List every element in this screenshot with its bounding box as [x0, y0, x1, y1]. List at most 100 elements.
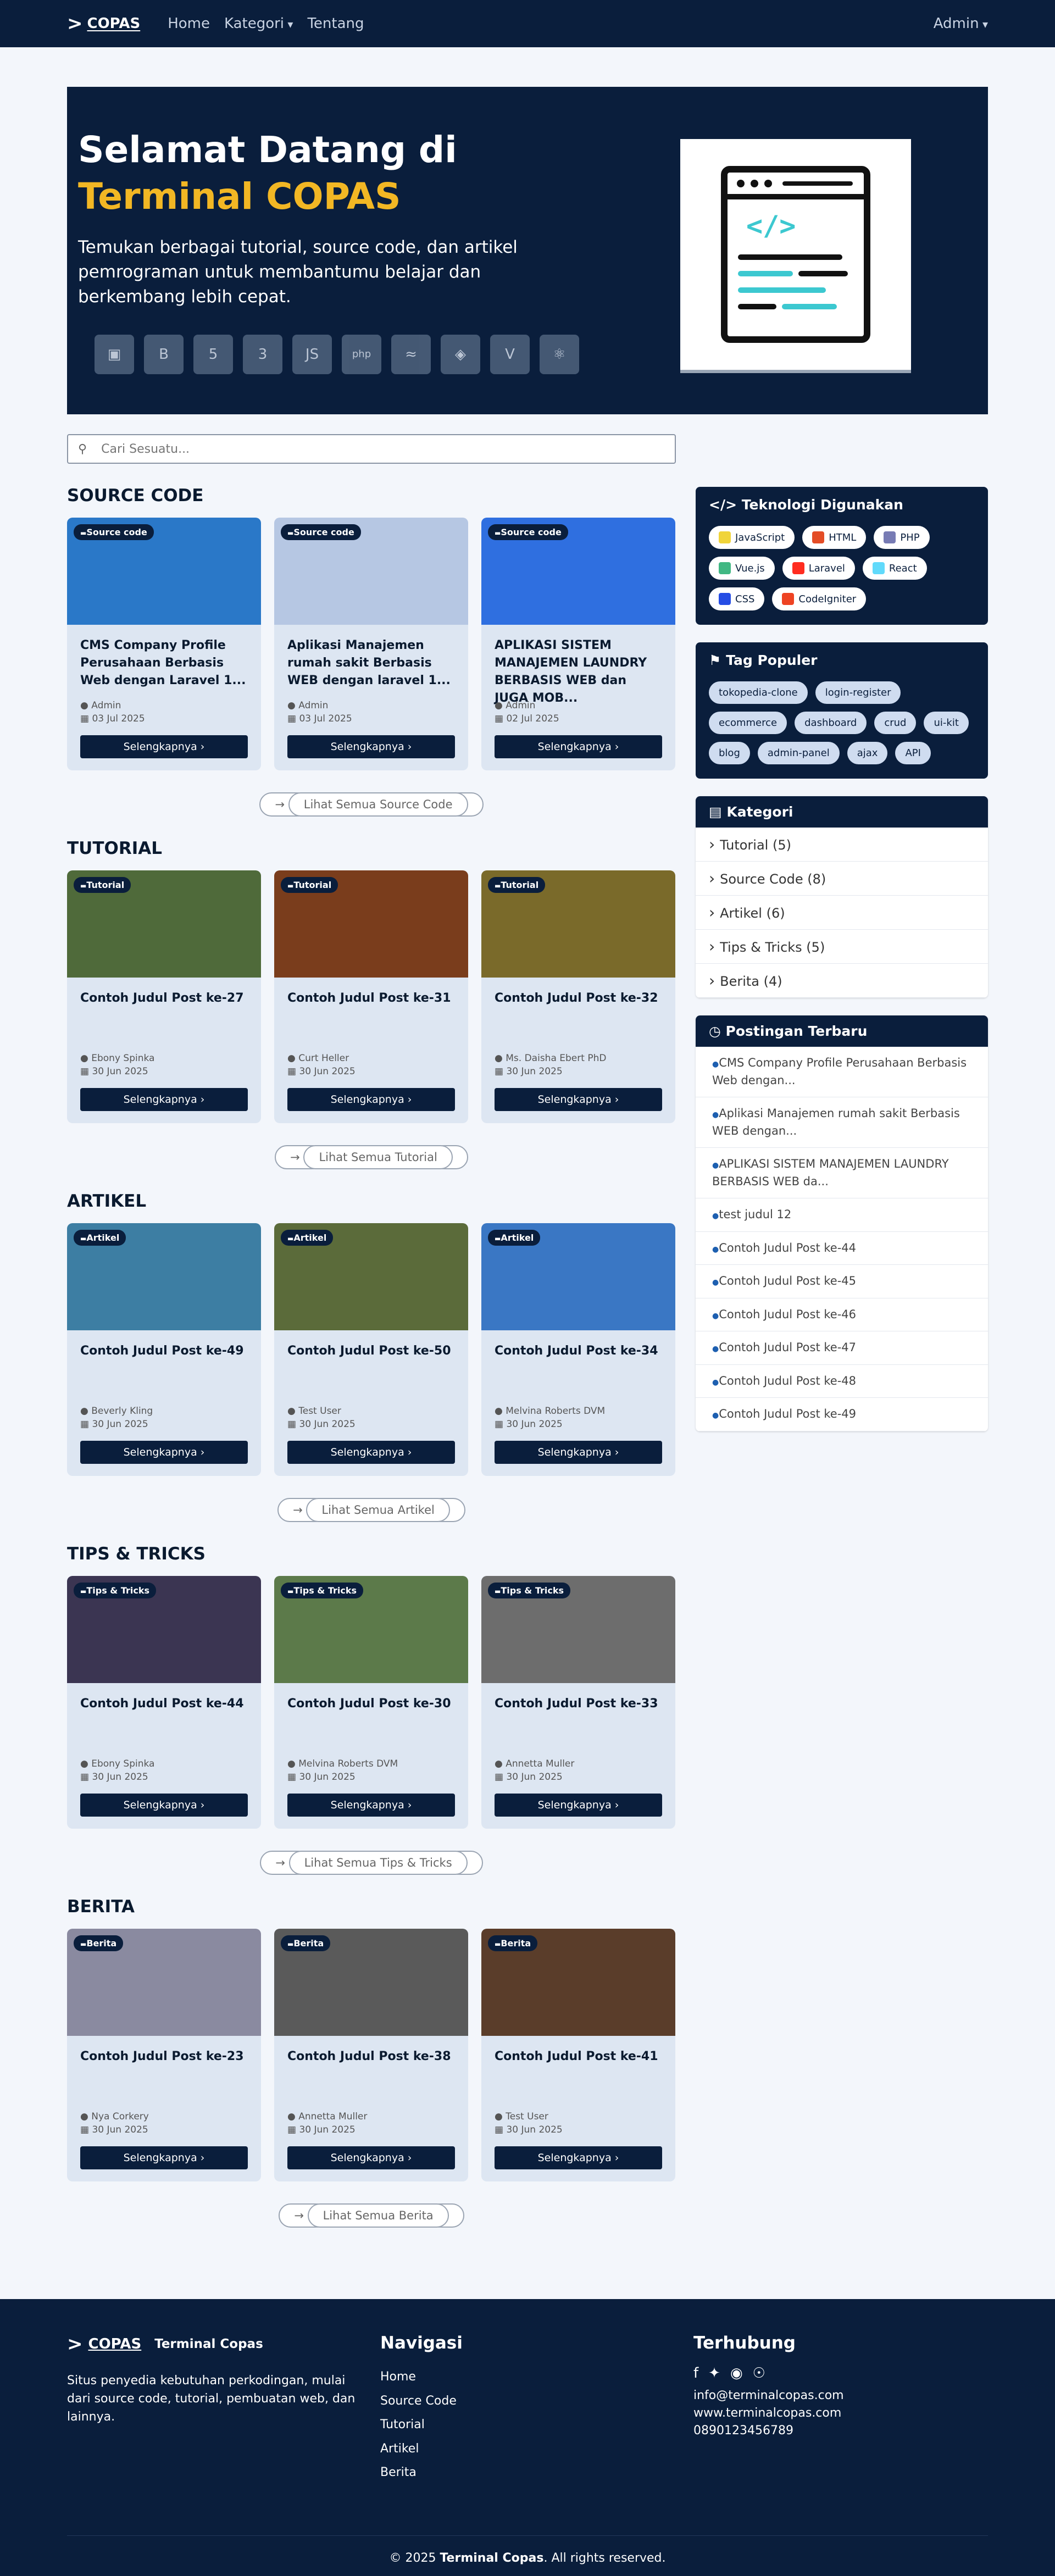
read-more-button[interactable]: Selengkapnya ›: [80, 735, 248, 758]
read-more-button[interactable]: Selengkapnya ›: [495, 735, 662, 758]
post-title[interactable]: Aplikasi Manajemen rumah sakit Berbasis …: [287, 637, 455, 692]
post-card[interactable]: Source code Aplikasi Manajemen rumah sak…: [274, 518, 468, 770]
post-title[interactable]: Contoh Judul Post ke-23: [80, 2048, 248, 2103]
tag-chip[interactable]: admin-panel: [757, 742, 840, 764]
read-more-button[interactable]: Selengkapnya ›: [80, 1088, 248, 1111]
post-title[interactable]: Contoh Judul Post ke-27: [80, 990, 248, 1045]
recent-post-item[interactable]: Contoh Judul Post ke-45: [696, 1265, 988, 1298]
nav-kategori-dropdown[interactable]: Kategori: [224, 15, 293, 32]
post-card[interactable]: Artikel Contoh Judul Post ke-50 ● Test U…: [274, 1223, 468, 1476]
read-more-button[interactable]: Selengkapnya ›: [495, 1088, 662, 1111]
tech-chip[interactable]: HTML: [802, 526, 867, 549]
post-title[interactable]: Contoh Judul Post ke-30: [287, 1695, 455, 1750]
post-card[interactable]: Berita Contoh Judul Post ke-38 ● Annetta…: [274, 1929, 468, 2181]
post-card[interactable]: Tips & Tricks Contoh Judul Post ke-33 ● …: [481, 1576, 675, 1829]
recent-post-item[interactable]: APLIKASI SISTEM MANAJEMEN LAUNDRY BERBAS…: [696, 1148, 988, 1198]
tech-chip[interactable]: CSS: [709, 587, 765, 610]
read-more-button[interactable]: Selengkapnya ›: [287, 735, 455, 758]
post-card[interactable]: Tutorial Contoh Judul Post ke-27 ● Ebony…: [67, 870, 261, 1123]
tech-chip[interactable]: Vue.js: [709, 557, 775, 580]
footer-nav-link[interactable]: Tutorial: [380, 2413, 693, 2437]
search-bar[interactable]: ⚲: [67, 434, 676, 464]
read-more-button[interactable]: Selengkapnya ›: [287, 1794, 455, 1817]
post-title[interactable]: Contoh Judul Post ke-31: [287, 990, 455, 1045]
post-card[interactable]: Artikel Contoh Judul Post ke-49 ● Beverl…: [67, 1223, 261, 1476]
facebook-icon[interactable]: f: [693, 2365, 698, 2381]
instagram-icon[interactable]: ◉: [730, 2365, 743, 2381]
tag-chip[interactable]: API: [895, 742, 931, 764]
tech-chip[interactable]: CodeIgniter: [772, 587, 867, 610]
read-more-button[interactable]: Selengkapnya ›: [287, 1441, 455, 1464]
post-card[interactable]: Artikel Contoh Judul Post ke-34 ● Melvin…: [481, 1223, 675, 1476]
recent-post-item[interactable]: CMS Company Profile Perusahaan Berbasis …: [696, 1047, 988, 1097]
read-more-button[interactable]: Selengkapnya ›: [80, 1441, 248, 1464]
footer-nav-link[interactable]: Artikel: [380, 2437, 693, 2461]
recent-post-item[interactable]: Contoh Judul Post ke-49: [696, 1398, 988, 1431]
read-more-button[interactable]: Selengkapnya ›: [80, 2146, 248, 2169]
post-title[interactable]: Contoh Judul Post ke-50: [287, 1342, 455, 1397]
recent-post-item[interactable]: Contoh Judul Post ke-46: [696, 1298, 988, 1331]
post-card[interactable]: Source code APLIKASI SISTEM MANAJEMEN LA…: [481, 518, 675, 770]
tech-chip[interactable]: React: [862, 557, 927, 580]
category-item[interactable]: Source Code (8): [696, 862, 988, 896]
recent-post-item[interactable]: Contoh Judul Post ke-47: [696, 1331, 988, 1365]
read-more-button[interactable]: Selengkapnya ›: [495, 1441, 662, 1464]
github-icon[interactable]: ☉: [753, 2365, 765, 2381]
footer-nav-link[interactable]: Home: [380, 2365, 693, 2389]
category-item[interactable]: Artikel (6): [696, 896, 988, 930]
category-item[interactable]: Tips & Tricks (5): [696, 930, 988, 964]
post-title[interactable]: Contoh Judul Post ke-32: [495, 990, 662, 1045]
tag-chip[interactable]: ui-kit: [924, 712, 969, 734]
post-card[interactable]: Source code CMS Company Profile Perusaha…: [67, 518, 261, 770]
twitter-icon[interactable]: ✦: [708, 2365, 720, 2381]
user-menu-dropdown[interactable]: Admin: [934, 15, 988, 32]
tag-chip[interactable]: login-register: [815, 681, 901, 704]
post-title[interactable]: Contoh Judul Post ke-44: [80, 1695, 248, 1750]
footer-email[interactable]: info@terminalcopas.com: [693, 2387, 844, 2405]
post-title[interactable]: CMS Company Profile Perusahaan Berbasis …: [80, 637, 248, 692]
post-card[interactable]: Berita Contoh Judul Post ke-41 ● Test Us…: [481, 1929, 675, 2181]
post-title[interactable]: APLIKASI SISTEM MANAJEMEN LAUNDRY BERBAS…: [495, 637, 662, 705]
nav-tentang[interactable]: Tentang: [307, 15, 364, 32]
see-all-button[interactable]: → Lihat Semua Artikel: [277, 1498, 465, 1522]
tech-chip[interactable]: JavaScript: [709, 526, 795, 549]
footer-website[interactable]: www.terminalcopas.com: [693, 2405, 844, 2422]
post-title[interactable]: Contoh Judul Post ke-38: [287, 2048, 455, 2103]
read-more-button[interactable]: Selengkapnya ›: [495, 1794, 662, 1817]
read-more-button[interactable]: Selengkapnya ›: [495, 2146, 662, 2169]
post-card[interactable]: Tips & Tricks Contoh Judul Post ke-30 ● …: [274, 1576, 468, 1829]
post-card[interactable]: Tutorial Contoh Judul Post ke-32 ● Ms. D…: [481, 870, 675, 1123]
post-card[interactable]: Berita Contoh Judul Post ke-23 ● Nya Cor…: [67, 1929, 261, 2181]
recent-post-item[interactable]: Contoh Judul Post ke-48: [696, 1365, 988, 1398]
tag-chip[interactable]: tokopedia-clone: [709, 681, 808, 704]
see-all-button[interactable]: → Lihat Semua Berita: [279, 2203, 464, 2228]
footer-nav-link[interactable]: Source Code: [380, 2389, 693, 2413]
post-title[interactable]: Contoh Judul Post ke-49: [80, 1342, 248, 1397]
footer-nav-link[interactable]: Berita: [380, 2461, 693, 2485]
read-more-button[interactable]: Selengkapnya ›: [80, 1794, 248, 1817]
tag-chip[interactable]: ecommerce: [709, 712, 787, 734]
see-all-button[interactable]: → Lihat Semua Tips & Tricks: [260, 1851, 483, 1875]
see-all-button[interactable]: → Lihat Semua Source Code: [259, 792, 484, 817]
see-all-button[interactable]: → Lihat Semua Tutorial: [275, 1145, 468, 1169]
read-more-button[interactable]: Selengkapnya ›: [287, 2146, 455, 2169]
post-card[interactable]: Tips & Tricks Contoh Judul Post ke-44 ● …: [67, 1576, 261, 1829]
post-card[interactable]: Tutorial Contoh Judul Post ke-31 ● Curt …: [274, 870, 468, 1123]
tag-chip[interactable]: dashboard: [795, 712, 867, 734]
recent-post-item[interactable]: test judul 12: [696, 1198, 988, 1232]
post-title[interactable]: Contoh Judul Post ke-41: [495, 2048, 662, 2103]
tech-chip[interactable]: Laravel: [782, 557, 855, 580]
search-input[interactable]: [101, 442, 675, 456]
category-item[interactable]: Berita (4): [696, 964, 988, 998]
recent-post-item[interactable]: Contoh Judul Post ke-44: [696, 1232, 988, 1265]
tag-chip[interactable]: crud: [874, 712, 917, 734]
nav-home[interactable]: Home: [168, 15, 210, 32]
read-more-button[interactable]: Selengkapnya ›: [287, 1088, 455, 1111]
brand-logo[interactable]: > COPAS: [67, 14, 140, 33]
post-title[interactable]: Contoh Judul Post ke-33: [495, 1695, 662, 1750]
tag-chip[interactable]: ajax: [847, 742, 888, 764]
post-title[interactable]: Contoh Judul Post ke-34: [495, 1342, 662, 1397]
tag-chip[interactable]: blog: [709, 742, 750, 764]
category-item[interactable]: Tutorial (5): [696, 828, 988, 862]
tech-chip[interactable]: PHP: [874, 526, 930, 549]
